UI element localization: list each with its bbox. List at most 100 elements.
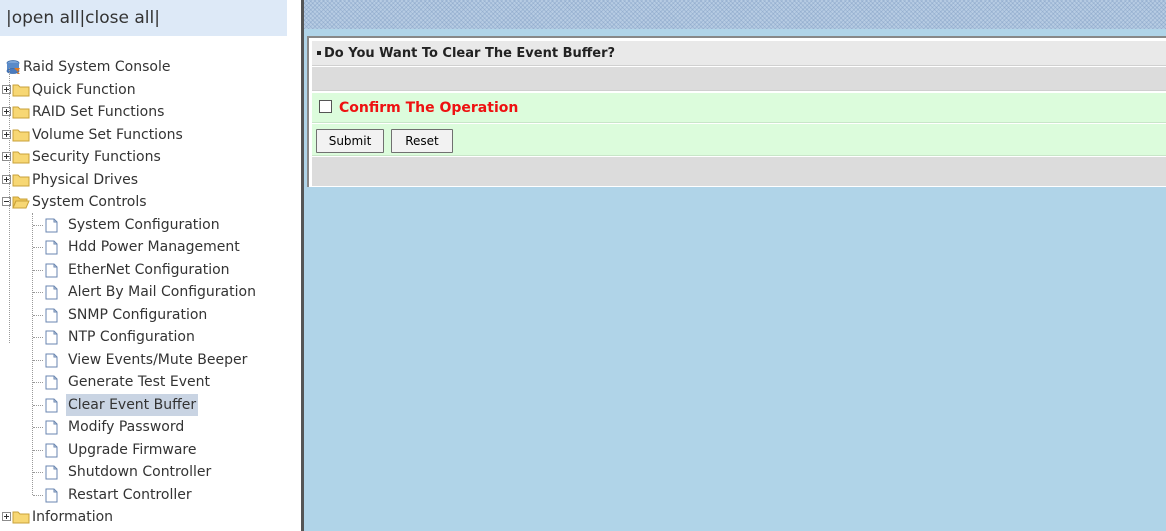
tree-item-system-configuration[interactable]: System Configuration [0, 214, 300, 237]
tree-connector [33, 449, 43, 451]
tree-group-label: System Controls [32, 194, 147, 210]
tree-group-information[interactable]: Information [0, 506, 300, 529]
page-icon [45, 353, 58, 367]
tree-group-label: Information [32, 509, 114, 525]
close-all-link[interactable]: close all [85, 8, 154, 28]
tree-group-label: RAID Set Functions [32, 104, 165, 120]
header-hatch-strip [304, 0, 1166, 29]
page-icon [45, 285, 58, 300]
tree-group-system-controls[interactable]: System Controls [0, 191, 300, 214]
tree-item-label: EtherNet Configuration [68, 261, 230, 278]
tree-item-modify-password[interactable]: Modify Password [0, 416, 300, 439]
page-icon [45, 375, 58, 390]
tree-connector [33, 382, 43, 383]
tree-item-label: Hdd Power Management [68, 239, 240, 255]
page-icon [45, 308, 58, 322]
tree-group-security-functions[interactable]: Security Functions [0, 146, 300, 169]
page-icon [45, 398, 58, 412]
navigation-tree-pane: |open all|close all| Raid System Console… [0, 0, 301, 531]
expand-plus-icon[interactable] [2, 512, 11, 521]
page-icon [45, 330, 58, 345]
tree-connector [33, 247, 43, 248]
spacer-row [312, 67, 1166, 91]
button-row: Submit Reset [312, 124, 1166, 156]
page-icon [45, 263, 58, 277]
tree-item-restart-controller[interactable]: Restart Controller [0, 484, 300, 507]
tree-connector [33, 269, 43, 271]
page-icon [45, 218, 58, 232]
tree-item-alert-by-mail-configuration[interactable]: Alert By Mail Configuration [0, 281, 300, 304]
page-icon [45, 240, 58, 255]
confirm-checkbox[interactable] [319, 100, 332, 113]
tree-group-label: Quick Function [32, 81, 136, 98]
tree-connector [33, 494, 43, 496]
open-close-bar: |open all|close all| [0, 0, 287, 36]
tree-item-shutdown-controller[interactable]: Shutdown Controller [0, 461, 300, 484]
page-icon [45, 420, 58, 435]
tree-item-label: View Events/Mute Beeper [68, 351, 248, 368]
tree-item-label: Modify Password [68, 419, 185, 435]
footer-row [312, 157, 1166, 186]
folder-icon [12, 511, 30, 524]
page-title: Do You Want To Clear The Event Buffer? [324, 46, 616, 61]
tree-item-label: NTP Configuration [68, 329, 195, 345]
page-icon [45, 488, 58, 502]
tree-item-label: Alert By Mail Configuration [68, 284, 256, 300]
tree-group-volume-set-functions[interactable]: Volume Set Functions [0, 124, 300, 147]
tree-item-view-events-mute-beeper[interactable]: View Events/Mute Beeper [0, 349, 300, 372]
raid-console-window: |open all|close all| Raid System Console… [0, 0, 1166, 531]
tree-connector [33, 427, 43, 428]
folder-icon [12, 106, 30, 119]
page-icon [45, 443, 58, 457]
form-title-row: Do You Want To Clear The Event Buffer? [312, 41, 1166, 66]
tree-item-label: System Configuration [68, 216, 220, 233]
page-icon [45, 465, 58, 480]
tree-item-clear-event-buffer[interactable]: Clear Event Buffer [0, 393, 300, 417]
confirm-row: Confirm The Operation [312, 93, 1166, 123]
folder-icon [12, 84, 30, 96]
reset-button[interactable]: Reset [391, 129, 453, 153]
tree-guide-line [9, 68, 10, 343]
bullet-icon [317, 50, 321, 55]
tree-item-label: Shutdown Controller [68, 464, 212, 480]
open-folder-icon [12, 196, 30, 209]
tree-group-label: Security Functions [32, 149, 161, 165]
tree-item-generate-test-event[interactable]: Generate Test Event [0, 371, 300, 394]
tree-group-label: Physical Drives [32, 171, 139, 188]
clear-event-buffer-form: Do You Want To Clear The Event Buffer? C… [307, 36, 1166, 187]
tree-item-ethernet-configuration[interactable]: EtherNet Configuration [0, 259, 300, 282]
tree-item-label: Restart Controller [68, 486, 192, 503]
tree-item-label: SNMP Configuration [68, 306, 208, 323]
tree-item-ntp-configuration[interactable]: NTP Configuration [0, 326, 300, 349]
tree-item-label: Generate Test Event [68, 374, 210, 390]
tree-item-label: Upgrade Firmware [68, 441, 197, 458]
tree-item-hdd-power-management[interactable]: Hdd Power Management [0, 236, 300, 259]
tree-connector [33, 292, 43, 293]
raid-console-icon [6, 60, 20, 74]
folder-icon [12, 151, 30, 164]
tree-item-snmp-configuration[interactable]: SNMP Configuration [0, 304, 300, 327]
tree-root-label: Raid System Console [23, 59, 171, 75]
separator: | [154, 8, 160, 28]
tree-item-upgrade-firmware[interactable]: Upgrade Firmware [0, 439, 300, 462]
tree-connector [33, 359, 43, 361]
folder-icon [12, 174, 30, 186]
tree-connector [33, 224, 43, 226]
tree-guide-line [32, 213, 33, 495]
tree-group-raid-set-functions[interactable]: RAID Set Functions [0, 101, 300, 124]
tree: Raid System Console Quick Function RAID … [0, 56, 300, 529]
open-all-link[interactable]: open all [12, 8, 80, 28]
confirm-label: Confirm The Operation [339, 100, 519, 116]
content-pane: Do You Want To Clear The Event Buffer? C… [304, 0, 1166, 531]
submit-button[interactable]: Submit [316, 129, 384, 153]
folder-icon [12, 129, 30, 141]
tree-connector [33, 472, 43, 473]
tree-connector [33, 404, 43, 406]
tree-connector [33, 337, 43, 338]
tree-group-physical-drives[interactable]: Physical Drives [0, 169, 300, 192]
tree-group-label: Volume Set Functions [32, 126, 183, 143]
tree-group-quick-function[interactable]: Quick Function [0, 79, 300, 102]
tree-connector [33, 314, 43, 316]
tree-item-label-selected: Clear Event Buffer [66, 393, 199, 416]
tree-root[interactable]: Raid System Console [0, 56, 300, 79]
